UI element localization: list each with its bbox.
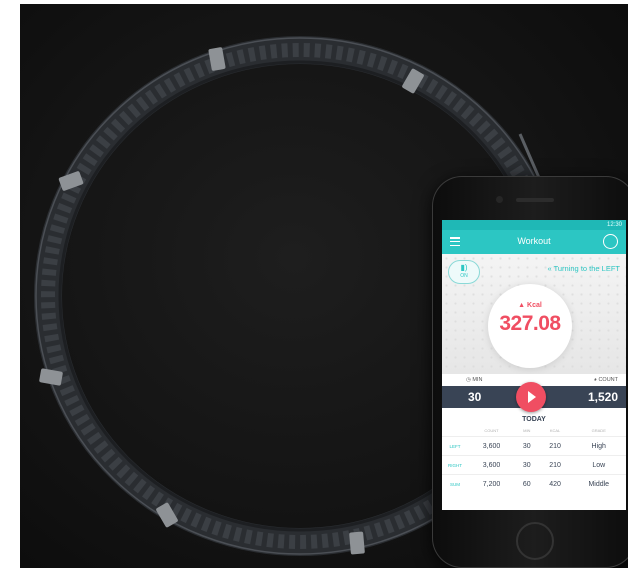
- earpiece-speaker: [516, 198, 554, 202]
- count-value: 1,520: [587, 390, 618, 404]
- cell-min: 30: [515, 455, 539, 475]
- timer-icon: ◷: [466, 377, 471, 383]
- today-heading: TODAY: [522, 416, 546, 423]
- table-header: KCAL: [549, 428, 561, 433]
- app-screen: 12:30 Workout ▮) ON « Turning to the LEF…: [442, 220, 626, 510]
- cell-kcal: 420: [538, 474, 572, 493]
- row-label: LEFT: [442, 436, 468, 456]
- stats-table: COUNT MIN KCAL GRADE LEFT 3,600 30 210 H…: [442, 425, 626, 493]
- min-label: ◷ MIN: [466, 377, 483, 383]
- status-bar: 12:30: [442, 220, 626, 230]
- table-row: SUM 7,200 60 420 Middle: [442, 474, 626, 493]
- play-button[interactable]: [516, 382, 546, 412]
- cell-grade: High: [571, 436, 626, 456]
- kcal-display: ▲ Kcal 327.08: [488, 284, 572, 368]
- cell-min: 30: [515, 436, 539, 456]
- product-photo: 12:30 Workout ▮) ON « Turning to the LEF…: [20, 4, 628, 568]
- cell-count: 3,600: [468, 436, 515, 456]
- cell-grade: Middle: [571, 474, 626, 493]
- table-header: GRADE: [591, 428, 606, 433]
- gauge-icon: ◕: [593, 377, 597, 383]
- kcal-label: ▲ Kcal: [518, 302, 542, 309]
- smartphone: 12:30 Workout ▮) ON « Turning to the LEF…: [432, 176, 628, 568]
- camera-lens: [496, 196, 503, 203]
- direction-indicator: « Turning to the LEFT: [547, 264, 620, 273]
- kcal-value: 327.08: [499, 312, 561, 335]
- table-header: COUNT: [484, 428, 499, 433]
- sound-toggle-button[interactable]: ▮) ON: [448, 260, 480, 284]
- status-time: 12:30: [606, 222, 622, 228]
- app-bar: Workout: [442, 230, 626, 254]
- cell-kcal: 210: [538, 436, 572, 456]
- cell-kcal: 210: [538, 455, 572, 475]
- table-header: MIN: [523, 428, 531, 433]
- cell-min: 60: [515, 474, 539, 493]
- minutes-value: 30: [468, 390, 482, 404]
- cell-count: 3,600: [468, 455, 515, 475]
- home-button: [516, 522, 554, 560]
- cell-count: 7,200: [468, 474, 515, 493]
- stats-bar: 30 1,520: [442, 382, 626, 412]
- flame-icon: ▲: [518, 302, 526, 309]
- table-row: LEFT 3,600 30 210 High: [442, 436, 626, 456]
- speaker-icon: ▮): [460, 263, 468, 272]
- direction-text: Turning to the LEFT: [553, 264, 620, 273]
- row-label: SUM: [442, 474, 468, 493]
- app-title: Workout: [517, 236, 551, 246]
- calorie-panel: ▮) ON « Turning to the LEFT ▲ Kcal 327.0…: [442, 254, 626, 374]
- table-header: [442, 425, 468, 437]
- row-label: RIGHT: [442, 455, 468, 475]
- sound-state-label: ON: [460, 273, 468, 279]
- sync-icon[interactable]: [603, 234, 618, 249]
- cell-grade: Low: [571, 455, 626, 475]
- table-row: RIGHT 3,600 30 210 Low: [442, 455, 626, 475]
- count-label: ◕ COUNT: [593, 377, 618, 383]
